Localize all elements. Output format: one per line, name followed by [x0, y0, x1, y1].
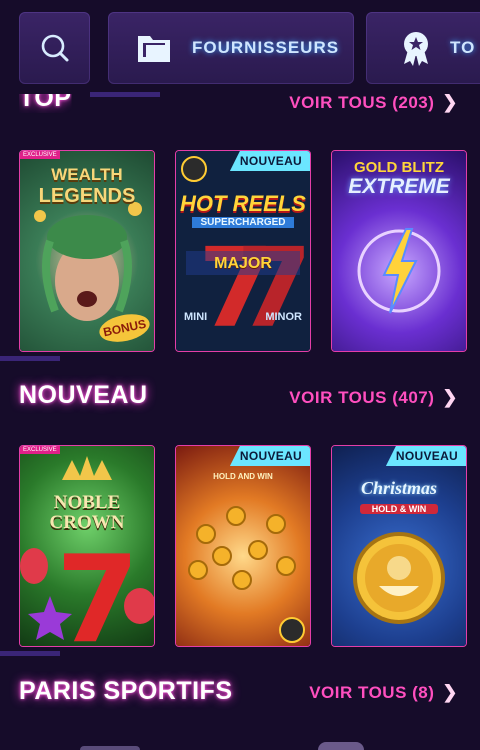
award-ribbon-icon [404, 32, 428, 66]
new-badge: NOUVEAU [229, 446, 310, 466]
providers-button[interactable]: FOURNISSEURS [108, 12, 354, 84]
game-card-noble-crown[interactable]: 7 EXCLUSIVE NOBLE CROWN [19, 445, 155, 647]
game-card-gold-blitz-extreme[interactable]: GOLD BLITZ EXTREME [331, 150, 467, 352]
sports-card-edge [80, 746, 140, 750]
game-title-line1: GOLD BLITZ [354, 159, 444, 176]
game-title-line1: Christmas [360, 478, 438, 498]
game-card-wealth-legends[interactable]: EXCLUSIVE WEALTH LEGENDS BONUS [19, 150, 155, 352]
providers-label: FOURNISSEURS [192, 38, 340, 57]
top-navigation: FOURNISSEURS TO [0, 0, 480, 100]
svg-text:7: 7 [236, 224, 310, 351]
exclusive-tag: EXCLUSIVE [20, 446, 60, 454]
section-accent-bar [90, 92, 160, 97]
jackpot-major-label: MAJOR [214, 255, 272, 272]
see-all-top-label: VOIR TOUS (203) [289, 92, 435, 112]
see-all-new-link[interactable]: VOIR TOUS (407) ❯ [289, 387, 458, 408]
chevron-right-icon: ❯ [442, 387, 458, 407]
section-title-sports: PARIS SPORTIFS [19, 677, 233, 705]
game-title-line2: EXTREME [348, 175, 450, 198]
gold-coin-santa-illustration [353, 532, 445, 624]
game-title-line2: SUPERCHARGED [192, 217, 294, 228]
exclusive-tag: EXCLUSIVE [20, 151, 60, 159]
search-button[interactable] [19, 12, 90, 84]
game-title-line1: NOBLE [53, 492, 121, 513]
see-all-top-link[interactable]: VOIR TOUS (203) ❯ [289, 92, 458, 113]
see-all-sports-label: VOIR TOUS (8) [309, 682, 435, 702]
game-title-line1: HOT REELS [180, 191, 306, 216]
new-badge: NOUVEAU [385, 446, 466, 466]
folder-icon [138, 36, 170, 62]
see-all-new-label: VOIR TOUS (407) [289, 387, 435, 407]
game-card-coins-hold-and-win[interactable]: NOUVEAU HOLD AND WIN [175, 445, 311, 647]
game-title-line1: WEALTH [51, 165, 123, 184]
tournaments-label: TO [450, 38, 476, 57]
tournaments-button[interactable]: TO [366, 12, 480, 84]
see-all-sports-link[interactable]: VOIR TOUS (8) ❯ [309, 682, 458, 703]
search-icon [41, 34, 69, 62]
sports-card-preview[interactable] [0, 738, 480, 750]
jackpot-minor-label: MINOR [265, 311, 302, 323]
game-title-line2: CROWN [49, 512, 125, 533]
section-title-new: NOUVEAU [19, 381, 148, 409]
new-badge: NOUVEAU [229, 151, 310, 171]
sports-card-edge [318, 742, 364, 750]
chevron-right-icon: ❯ [442, 682, 458, 702]
section-accent-bar [0, 651, 60, 656]
svg-text:7: 7 [56, 531, 140, 646]
game-title-line2: LEGENDS [38, 185, 136, 207]
noble-crown-illustration: 7 [20, 456, 154, 646]
jackpot-mini-label: MINI [184, 311, 208, 323]
game-subtitle: HOLD & WIN [360, 504, 438, 514]
chevron-right-icon: ❯ [442, 92, 458, 112]
game-card-christmas[interactable]: NOUVEAU Christmas HOLD & WIN [331, 445, 467, 647]
game-card-hot-reels[interactable]: 7 7 NOUVEAU HOT REELS SUPERCHARGED MAJOR… [175, 150, 311, 352]
game-subtitle: HOLD AND WIN [213, 472, 273, 481]
section-accent-bar [0, 356, 60, 361]
